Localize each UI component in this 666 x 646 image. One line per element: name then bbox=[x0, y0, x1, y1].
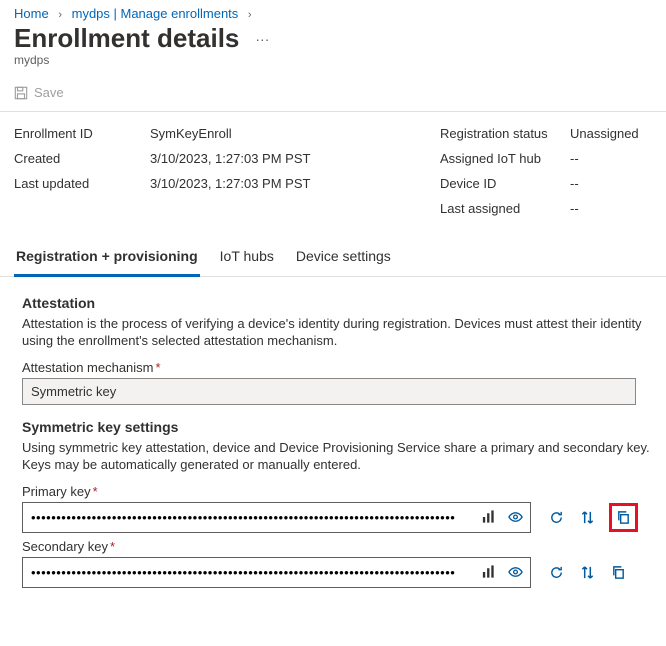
last-assigned-value: -- bbox=[570, 201, 639, 216]
save-button[interactable]: Save bbox=[14, 85, 64, 100]
symmetric-key-title: Symmetric key settings bbox=[22, 419, 652, 435]
device-id-label: Device ID bbox=[440, 176, 570, 191]
tab-registration-provisioning[interactable]: Registration + provisioning bbox=[14, 246, 200, 277]
attestation-mechanism-label: Attestation mechanism bbox=[22, 360, 154, 375]
last-assigned-label: Last assigned bbox=[440, 201, 570, 216]
page-title: Enrollment details bbox=[14, 23, 239, 54]
primary-key-input[interactable] bbox=[22, 502, 531, 533]
copy-highlight bbox=[609, 503, 638, 532]
save-icon bbox=[14, 86, 28, 100]
chevron-right-icon: › bbox=[242, 9, 258, 21]
breadcrumb: Home › mydps | Manage enrollments › bbox=[0, 0, 666, 21]
assigned-hub-label: Assigned IoT hub bbox=[440, 151, 570, 166]
created-value: 3/10/2023, 1:27:03 PM PST bbox=[150, 151, 440, 166]
chevron-right-icon: › bbox=[52, 9, 68, 21]
last-updated-value: 3/10/2023, 1:27:03 PM PST bbox=[150, 176, 440, 191]
secondary-key-input[interactable] bbox=[22, 557, 531, 588]
registration-status-value: Unassigned bbox=[570, 126, 639, 141]
regenerate-icon[interactable] bbox=[547, 508, 566, 527]
device-id-value: -- bbox=[570, 176, 639, 191]
regenerate-icon[interactable] bbox=[547, 563, 566, 582]
chart-icon[interactable] bbox=[479, 508, 498, 527]
page-subtitle: mydps bbox=[0, 53, 666, 67]
attestation-mechanism-field: Symmetric key bbox=[22, 378, 636, 405]
swap-icon[interactable] bbox=[578, 508, 597, 527]
tab-device-settings[interactable]: Device settings bbox=[294, 246, 393, 276]
assigned-hub-value: -- bbox=[570, 151, 639, 166]
last-updated-label: Last updated bbox=[14, 176, 150, 191]
enrollment-id-value: SymKeyEnroll bbox=[150, 126, 440, 141]
more-actions-button[interactable]: ··· bbox=[251, 27, 273, 51]
attestation-desc: Attestation is the process of verifying … bbox=[22, 315, 652, 350]
attestation-title: Attestation bbox=[22, 295, 652, 311]
copy-icon[interactable] bbox=[614, 508, 633, 527]
copy-icon[interactable] bbox=[609, 563, 628, 582]
registration-status-label: Registration status bbox=[440, 126, 570, 141]
secondary-key-label: Secondary key bbox=[22, 539, 108, 554]
swap-icon[interactable] bbox=[578, 563, 597, 582]
primary-key-label: Primary key bbox=[22, 484, 91, 499]
tab-iot-hubs[interactable]: IoT hubs bbox=[218, 246, 276, 276]
symmetric-key-desc: Using symmetric key attestation, device … bbox=[22, 439, 652, 474]
eye-icon[interactable] bbox=[506, 563, 525, 582]
tab-bar: Registration + provisioning IoT hubs Dev… bbox=[0, 230, 666, 277]
enrollment-id-label: Enrollment ID bbox=[14, 126, 150, 141]
created-label: Created bbox=[14, 151, 150, 166]
breadcrumb-item[interactable]: mydps | Manage enrollments bbox=[72, 6, 239, 21]
breadcrumb-home[interactable]: Home bbox=[14, 6, 49, 21]
eye-icon[interactable] bbox=[506, 508, 525, 527]
chart-icon[interactable] bbox=[479, 563, 498, 582]
save-label: Save bbox=[34, 85, 64, 100]
